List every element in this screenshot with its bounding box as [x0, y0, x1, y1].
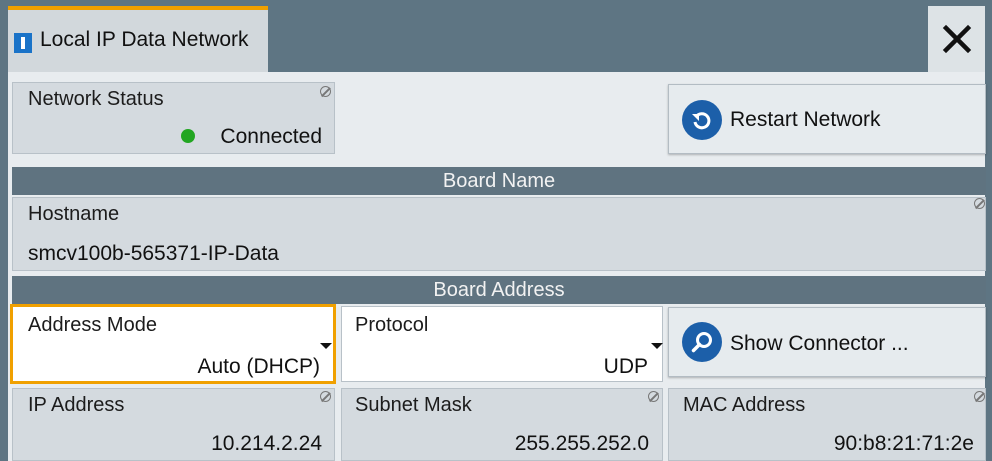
address-mode-label: Address Mode: [28, 314, 157, 336]
info-icon: [14, 33, 32, 53]
close-icon: [942, 24, 971, 54]
hostname-label: Hostname: [28, 203, 120, 225]
board-address-header: Board Address: [12, 276, 986, 304]
board-name-header: Board Name: [12, 167, 986, 195]
network-status-label: Network Status: [28, 88, 164, 110]
protocol-label: Protocol: [355, 314, 429, 336]
mac-address-value: 90:b8:21:71:2e: [833, 432, 974, 455]
subnet-mask-value: 255.255.252.0: [514, 432, 649, 455]
readonly-icon: [320, 391, 331, 402]
hostname-value: smcv100b-565371-IP-Data: [28, 242, 279, 265]
status-led-icon: [181, 129, 195, 143]
close-button[interactable]: [928, 6, 985, 72]
subnet-mask-label: Subnet Mask: [355, 394, 472, 416]
readonly-icon: [974, 391, 985, 402]
mac-address-label: MAC Address: [683, 394, 806, 416]
search-icon: [682, 322, 722, 362]
show-connector-label: Show Connector ...: [730, 332, 909, 355]
readonly-icon: [648, 391, 659, 402]
dropdown-arrow-icon: [320, 343, 332, 349]
ip-address-label: IP Address: [28, 394, 125, 416]
dropdown-arrow-icon: [651, 343, 663, 349]
readonly-icon: [974, 198, 985, 209]
network-status-value: Connected: [220, 125, 322, 148]
readonly-icon: [320, 86, 331, 97]
protocol-value: UDP: [603, 355, 648, 378]
address-mode-value: Auto (DHCP): [197, 355, 320, 378]
restart-icon: [682, 100, 722, 140]
restart-network-label: Restart Network: [730, 108, 881, 131]
ip-address-value: 10.214.2.24: [211, 432, 322, 455]
dialog-title: Local IP Data Network: [40, 28, 249, 51]
